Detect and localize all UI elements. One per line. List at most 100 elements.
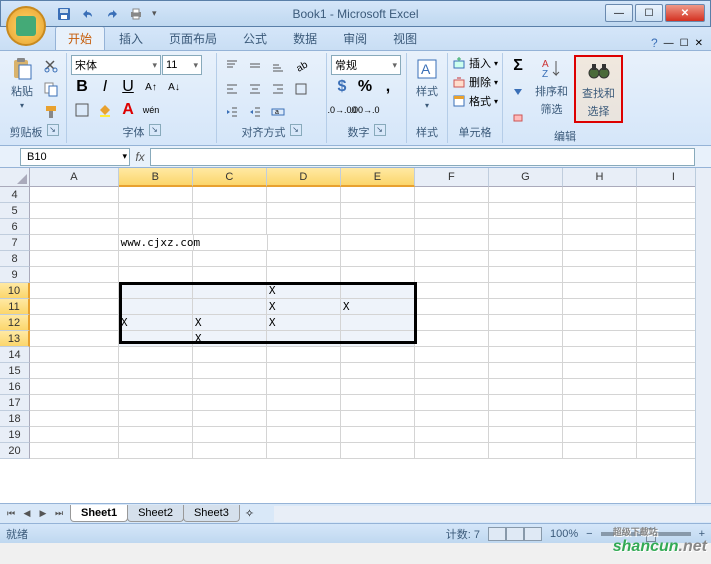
cell-C4[interactable] [193, 187, 267, 203]
paste-button[interactable]: 粘贴 ▾ [6, 55, 38, 112]
cell-C17[interactable] [193, 395, 267, 411]
cell-G16[interactable] [489, 379, 563, 395]
cell-A8[interactable] [30, 251, 119, 267]
cell-A19[interactable] [30, 427, 119, 443]
cell-G8[interactable] [489, 251, 563, 267]
row-header-17[interactable]: 17 [0, 395, 30, 411]
cell-F15[interactable] [415, 363, 489, 379]
cell-D8[interactable] [267, 251, 341, 267]
cell-E17[interactable] [341, 395, 415, 411]
wrap-text-button[interactable] [290, 78, 312, 100]
number-format-combo[interactable]: 常规 [331, 55, 401, 75]
grow-font-button[interactable]: A↑ [140, 76, 162, 98]
cell-F6[interactable] [415, 219, 489, 235]
col-header-F[interactable]: F [415, 168, 489, 187]
cell-F4[interactable] [415, 187, 489, 203]
cell-D6[interactable] [267, 219, 341, 235]
row-header-7[interactable]: 7 [0, 235, 30, 251]
shrink-font-button[interactable]: A↓ [163, 76, 185, 98]
cell-B5[interactable] [119, 203, 193, 219]
row-header-11[interactable]: 11 [0, 299, 30, 315]
cell-G14[interactable] [489, 347, 563, 363]
row-header-14[interactable]: 14 [0, 347, 30, 363]
cell-H11[interactable] [563, 299, 637, 315]
cell-C11[interactable] [193, 299, 267, 315]
tab-layout[interactable]: 页面布局 [157, 27, 229, 50]
cell-E19[interactable] [341, 427, 415, 443]
restore-window-icon[interactable]: ☐ [680, 38, 689, 49]
cell-H17[interactable] [563, 395, 637, 411]
cell-D16[interactable] [267, 379, 341, 395]
row-header-16[interactable]: 16 [0, 379, 30, 395]
cell-C7[interactable] [194, 235, 268, 251]
cell-G9[interactable] [489, 267, 563, 283]
col-header-H[interactable]: H [563, 168, 637, 187]
sheet-tab-sheet3[interactable]: Sheet3 [183, 505, 240, 522]
align-center-button[interactable] [244, 78, 266, 100]
font-name-combo[interactable]: 宋体 [71, 55, 161, 75]
row-header-4[interactable]: 4 [0, 187, 30, 203]
tab-home[interactable]: 开始 [55, 26, 105, 50]
row-header-12[interactable]: 12 [0, 315, 30, 331]
vertical-scrollbar[interactable] [695, 168, 711, 503]
col-header-D[interactable]: D [267, 168, 341, 187]
row-header-19[interactable]: 19 [0, 427, 30, 443]
cell-C6[interactable] [193, 219, 267, 235]
cell-B8[interactable] [119, 251, 193, 267]
undo-icon[interactable] [80, 6, 96, 22]
cell-H16[interactable] [563, 379, 637, 395]
percent-button[interactable]: % [354, 76, 376, 98]
cell-D12[interactable]: X [267, 315, 341, 331]
sheet-nav-prev-icon[interactable]: ◀ [20, 508, 34, 519]
font-size-combo[interactable]: 11 [162, 55, 202, 75]
cell-G18[interactable] [489, 411, 563, 427]
clear-button[interactable] [507, 105, 529, 127]
underline-button[interactable]: U [117, 76, 139, 98]
cell-B15[interactable] [119, 363, 193, 379]
phonetic-button[interactable]: wén [140, 99, 162, 121]
cell-B13[interactable] [119, 331, 193, 347]
cell-B9[interactable] [119, 267, 193, 283]
cell-C19[interactable] [193, 427, 267, 443]
align-bottom-button[interactable] [267, 55, 289, 77]
autosum-button[interactable]: Σ [507, 55, 529, 77]
cell-A10[interactable] [30, 283, 119, 299]
tab-view[interactable]: 视图 [381, 27, 429, 50]
cell-G20[interactable] [489, 443, 563, 459]
redo-icon[interactable] [104, 6, 120, 22]
cell-E4[interactable] [341, 187, 415, 203]
cell-B18[interactable] [119, 411, 193, 427]
cell-C18[interactable] [193, 411, 267, 427]
office-button[interactable] [6, 6, 46, 46]
cells-area[interactable]: www.cjxz.comXXXXXXX [30, 187, 711, 459]
cell-D10[interactable]: X [267, 283, 341, 299]
close-button[interactable]: ✕ [665, 4, 705, 22]
cell-F5[interactable] [415, 203, 489, 219]
cell-D17[interactable] [267, 395, 341, 411]
decrease-indent-button[interactable] [221, 101, 243, 123]
currency-button[interactable]: $ [331, 76, 353, 98]
cell-E18[interactable] [341, 411, 415, 427]
cell-D20[interactable] [267, 443, 341, 459]
cell-C8[interactable] [193, 251, 267, 267]
align-top-button[interactable] [221, 55, 243, 77]
cell-D7[interactable] [268, 235, 342, 251]
cell-F8[interactable] [415, 251, 489, 267]
italic-button[interactable]: I [94, 76, 116, 98]
cell-E20[interactable] [341, 443, 415, 459]
cell-G11[interactable] [489, 299, 563, 315]
cell-A15[interactable] [30, 363, 119, 379]
find-select-button[interactable]: 查找和 选择 [574, 55, 623, 123]
normal-view-button[interactable] [488, 527, 506, 541]
cell-D4[interactable] [267, 187, 341, 203]
name-box[interactable]: B10 [20, 148, 130, 166]
cell-B14[interactable] [119, 347, 193, 363]
cell-E11[interactable]: X [341, 299, 415, 315]
sheet-nav-last-icon[interactable]: ⏭ [52, 508, 66, 519]
increase-indent-button[interactable] [244, 101, 266, 123]
cell-F10[interactable] [415, 283, 489, 299]
cell-B17[interactable] [119, 395, 193, 411]
cell-F19[interactable] [415, 427, 489, 443]
orientation-button[interactable]: ab [290, 55, 312, 77]
delete-cells-button[interactable]: 删除▾ [452, 74, 498, 90]
